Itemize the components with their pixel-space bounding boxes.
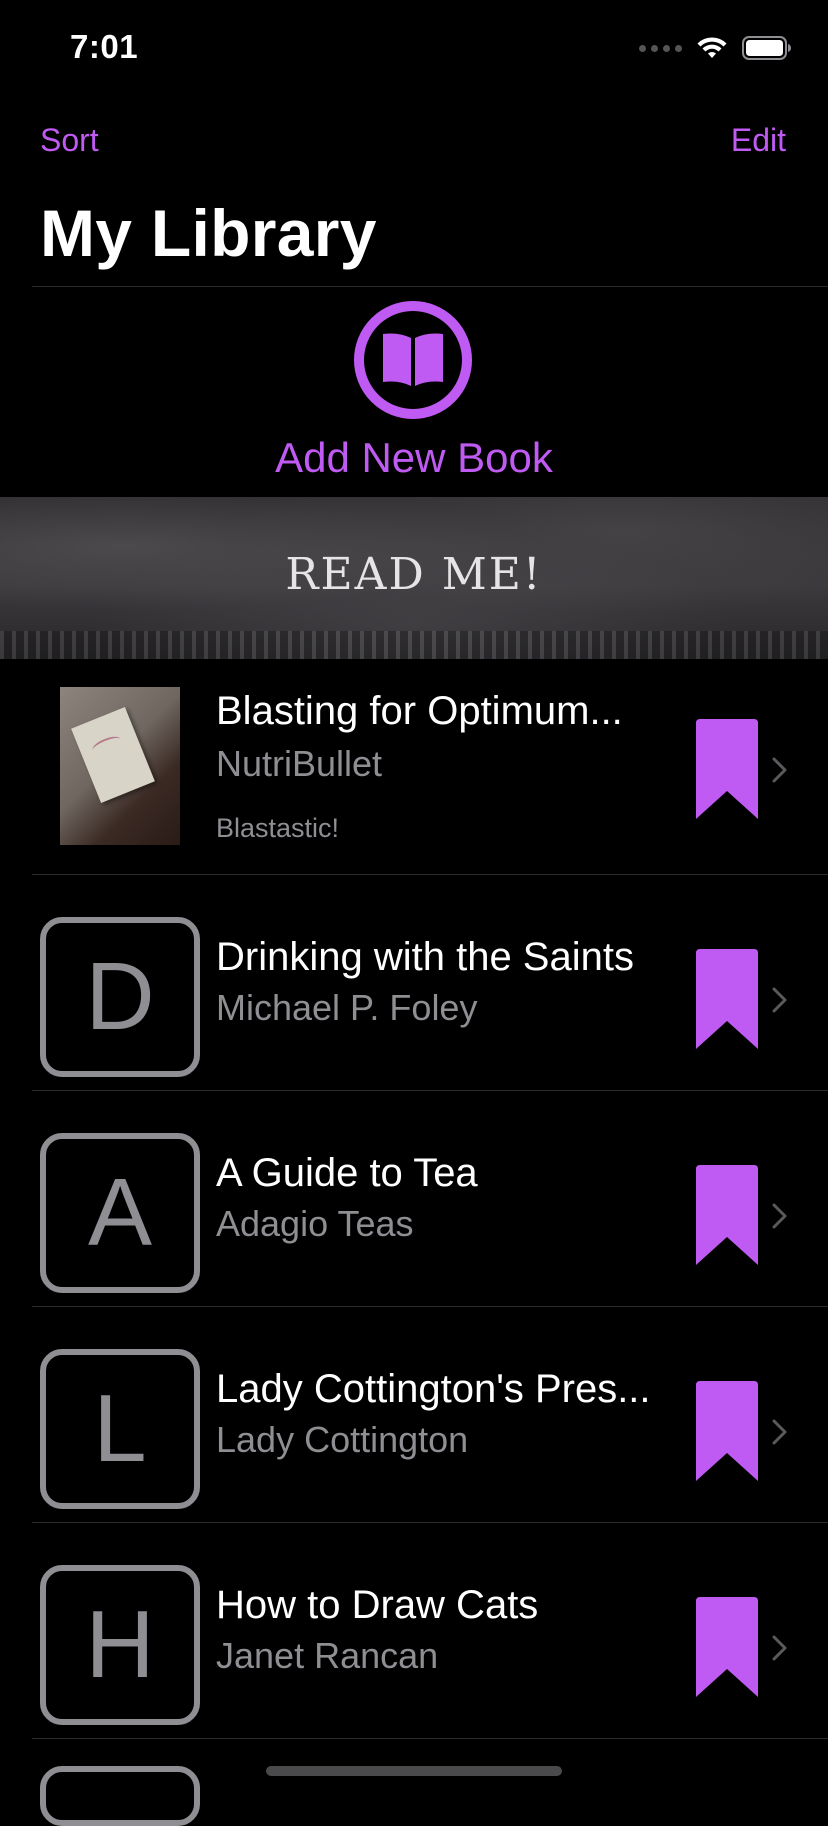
divider	[32, 286, 828, 287]
book-title: Blasting for Optimum...	[216, 689, 623, 733]
edit-button[interactable]: Edit	[731, 122, 786, 159]
book-letter-thumbnail: L	[40, 1349, 200, 1509]
bookmark-icon[interactable]	[696, 719, 758, 819]
book-letter-thumbnail-partial	[40, 1766, 200, 1826]
book-letter-thumbnail: D	[40, 917, 200, 1077]
bookmark-icon[interactable]	[696, 949, 758, 1049]
battery-icon	[742, 36, 791, 60]
book-row[interactable]: H How to Draw Cats Janet Rancan	[0, 1523, 828, 1739]
book-row[interactable]: A A Guide to Tea Adagio Teas	[0, 1091, 828, 1307]
book-row[interactable]: D Drinking with the Saints Michael P. Fo…	[0, 875, 828, 1091]
add-new-book-label: Add New Book	[275, 434, 553, 481]
bookmark-icon[interactable]	[696, 1597, 758, 1697]
book-letter-thumbnail: H	[40, 1565, 200, 1725]
chevron-right-icon	[772, 1635, 787, 1661]
add-new-book-button[interactable]: Add New Book	[0, 296, 828, 496]
book-row[interactable]: L Lady Cottington's Pres... Lady Cotting…	[0, 1307, 828, 1523]
book-title: How to Draw Cats	[216, 1583, 539, 1627]
book-letter-thumbnail: A	[40, 1133, 200, 1293]
book-author: Michael P. Foley	[216, 987, 478, 1028]
chevron-right-icon	[772, 757, 787, 783]
status-icons	[639, 36, 792, 60]
book-title: Drinking with the Saints	[216, 935, 634, 979]
book-row[interactable]: Blasting for Optimum... NutriBullet Blas…	[0, 659, 828, 875]
book-title: A Guide to Tea	[216, 1151, 478, 1195]
status-bar: 7:01	[0, 0, 828, 100]
read-me-banner[interactable]: READ ME!	[0, 497, 828, 659]
book-title: Lady Cottington's Pres...	[216, 1367, 651, 1411]
book-list: Blasting for Optimum... NutriBullet Blas…	[0, 659, 828, 1739]
status-time: 7:01	[70, 28, 139, 65]
chevron-right-icon	[772, 987, 787, 1013]
chevron-right-icon	[772, 1419, 787, 1445]
wifi-icon	[697, 37, 727, 58]
page-title: My Library	[40, 196, 377, 270]
navigation-bar: Sort Edit My Library	[0, 100, 828, 287]
book-open-icon	[354, 301, 472, 419]
home-indicator[interactable]	[266, 1766, 562, 1776]
book-note: Blastastic!	[216, 813, 340, 843]
bookmark-icon[interactable]	[696, 1381, 758, 1481]
read-me-text: READ ME!	[285, 549, 543, 600]
book-author: Lady Cottington	[216, 1419, 469, 1460]
sort-button[interactable]: Sort	[40, 122, 99, 159]
book-author: NutriBullet	[216, 743, 383, 784]
book-cover-photo	[60, 687, 180, 845]
book-author: Adagio Teas	[216, 1203, 414, 1244]
chevron-right-icon	[772, 1203, 787, 1229]
book-author: Janet Rancan	[216, 1635, 439, 1676]
cellular-signal-icon	[639, 44, 682, 52]
bookmark-icon[interactable]	[696, 1165, 758, 1265]
